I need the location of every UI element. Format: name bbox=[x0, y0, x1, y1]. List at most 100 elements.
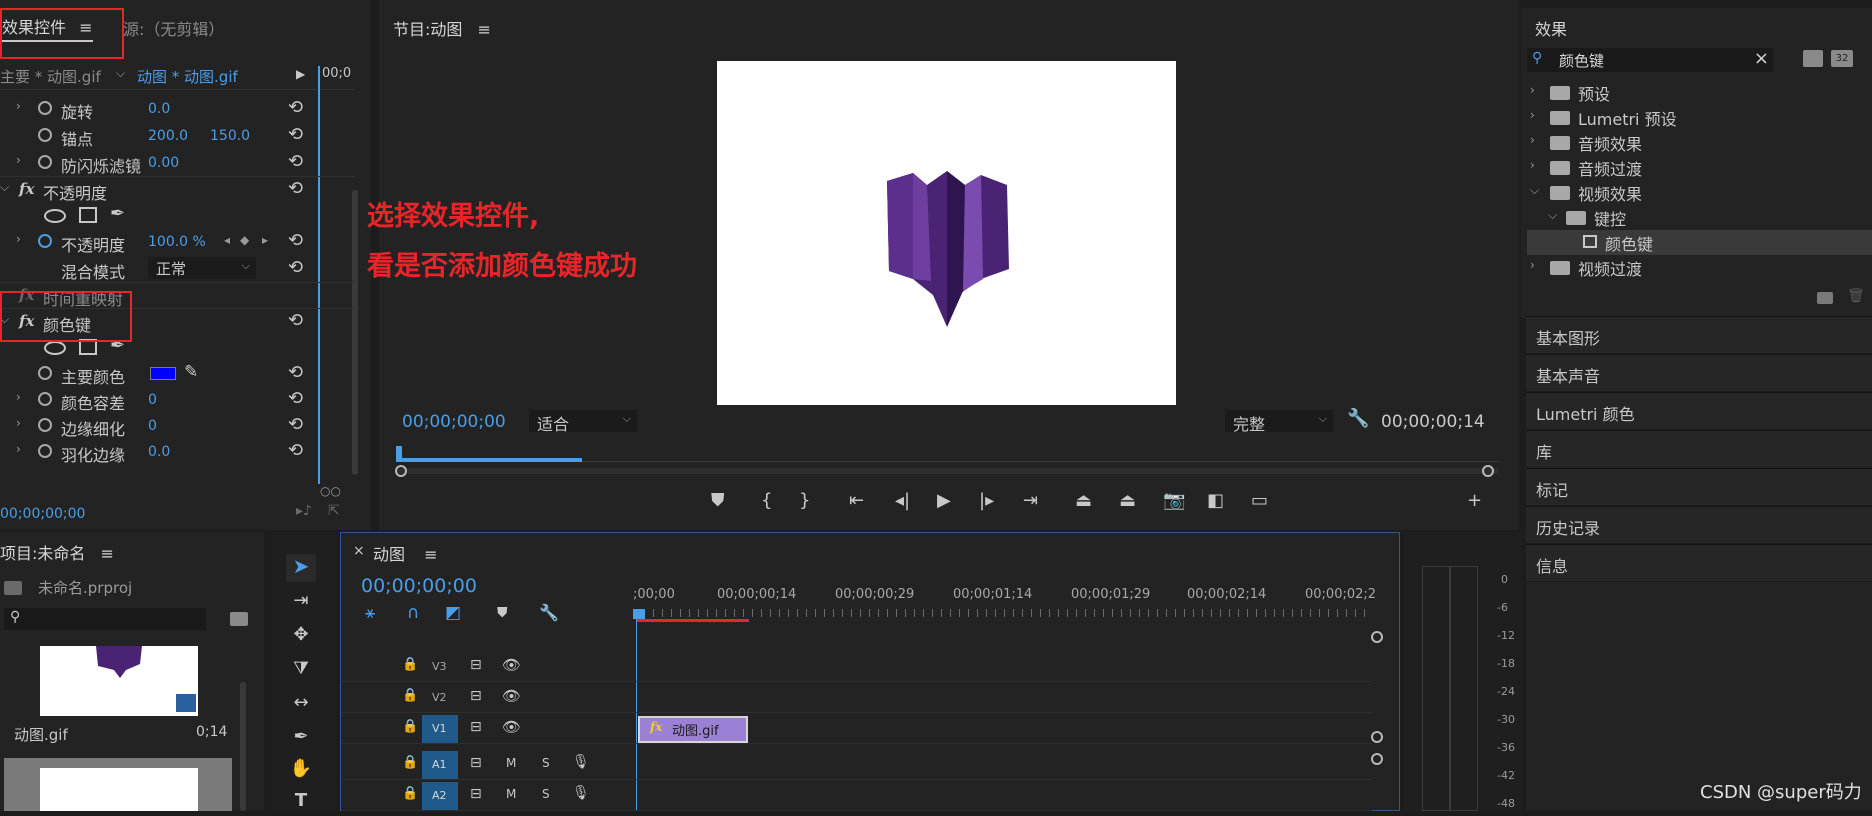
step-back-icon[interactable]: ◂| bbox=[895, 490, 910, 511]
program-playhead[interactable] bbox=[396, 446, 402, 462]
collapse-chevron-icon[interactable]: ⌵ bbox=[0, 180, 9, 195]
timeline-close-icon[interactable]: × bbox=[353, 543, 365, 559]
effects-tree-item-presets[interactable]: › 预设 bbox=[1530, 80, 1870, 105]
eye-icon[interactable]: 👁 bbox=[502, 718, 521, 736]
effects-search-input[interactable]: 颜色键 bbox=[1559, 50, 1604, 71]
reset-icon[interactable]: ⟲ bbox=[288, 440, 303, 461]
mic-icon[interactable]: 🎙 bbox=[572, 754, 590, 770]
extract-icon[interactable]: ⏏ bbox=[1119, 490, 1136, 511]
add-keyframe-icon[interactable]: ◆ bbox=[240, 233, 249, 247]
rectangle-mask-icon[interactable] bbox=[79, 207, 97, 223]
mic-icon[interactable]: 🎙 bbox=[572, 785, 590, 801]
timeline-menu-icon[interactable]: ≡ bbox=[424, 545, 437, 564]
nest-toggle-icon[interactable]: ⚹ bbox=[365, 603, 375, 623]
timeline-clip[interactable]: fx 动图.gif bbox=[638, 716, 748, 743]
reset-icon[interactable]: ⟲ bbox=[288, 97, 303, 118]
comparison-view-icon[interactable]: ◧ bbox=[1207, 490, 1224, 511]
program-menu-icon[interactable]: ≡ bbox=[478, 20, 491, 39]
linked-selection-icon[interactable]: ◩ bbox=[445, 603, 461, 623]
stopwatch-icon[interactable] bbox=[38, 101, 52, 115]
project-scrollbar[interactable] bbox=[240, 682, 246, 811]
add-marker-icon[interactable]: ⛊ bbox=[711, 490, 725, 511]
expand-chevron-icon[interactable]: › bbox=[16, 390, 21, 404]
program-monitor-title[interactable]: 节目:动图 ≡ bbox=[393, 16, 491, 40]
effects-tree-item-keying[interactable]: ⌵ 键控 bbox=[1530, 205, 1870, 230]
master-clip-label[interactable]: 主要 * 动图.gif bbox=[0, 66, 101, 87]
zoom-handle-left[interactable] bbox=[395, 465, 407, 477]
effects-tree-item-video-transitions[interactable]: › 视频过渡 bbox=[1530, 255, 1870, 280]
track-label[interactable]: A2 bbox=[432, 789, 447, 802]
track-a1[interactable]: 🔒 A1 ⊟ M S 🎙 bbox=[342, 750, 1372, 780]
lock-icon[interactable]: 🔒 bbox=[402, 657, 418, 672]
section-libraries[interactable]: 库 bbox=[1526, 430, 1872, 467]
clip-dropdown-chevron-icon[interactable]: ⌵ bbox=[116, 66, 125, 81]
selection-tool-icon[interactable]: ➤ bbox=[286, 554, 316, 582]
track-label[interactable]: V2 bbox=[432, 691, 447, 704]
section-info[interactable]: 信息 bbox=[1526, 544, 1872, 581]
expand-chevron-icon[interactable]: › bbox=[16, 232, 21, 246]
razor-tool-icon[interactable]: ⧩ bbox=[288, 658, 314, 684]
go-to-in-icon[interactable]: ⇤ bbox=[849, 490, 864, 511]
project-title[interactable]: 项目:未命名 ≡ bbox=[0, 540, 114, 564]
go-to-out-icon[interactable]: ⇥ bbox=[1023, 490, 1038, 511]
stopwatch-icon[interactable] bbox=[38, 155, 52, 169]
button-editor-icon[interactable]: + bbox=[1467, 490, 1482, 511]
eyedropper-icon[interactable]: ✎ bbox=[184, 362, 198, 382]
ec-footer-timecode[interactable]: 00;00;00;00 bbox=[0, 506, 85, 522]
source-tab[interactable]: 源:（无剪辑） bbox=[123, 16, 224, 40]
lock-icon[interactable]: 🔒 bbox=[402, 688, 418, 703]
effects-tree-item-lumetri-presets[interactable]: › Lumetri 预设 bbox=[1530, 105, 1870, 130]
solo-button[interactable]: S bbox=[542, 756, 550, 770]
sync-lock-icon[interactable]: ⊟ bbox=[470, 755, 482, 771]
slip-tool-icon[interactable]: ↔ bbox=[288, 692, 314, 718]
lock-icon[interactable]: 🔒 bbox=[402, 755, 418, 770]
param-value-y[interactable]: 150.0 bbox=[210, 128, 250, 144]
safe-margins-icon[interactable]: ▭ bbox=[1251, 490, 1268, 511]
v-scroll-handle-low[interactable] bbox=[1371, 753, 1383, 765]
eye-icon[interactable]: 👁 bbox=[502, 687, 521, 705]
key-color-swatch[interactable] bbox=[150, 367, 176, 380]
sync-lock-icon[interactable]: ⊟ bbox=[470, 657, 482, 673]
effects-tree-item-video-effects[interactable]: ⌵ 视频效果 bbox=[1530, 180, 1870, 205]
timeline-timecode[interactable]: 00;00;00;00 bbox=[361, 575, 477, 597]
project-search-input[interactable]: ⚲ bbox=[4, 608, 206, 630]
sequence-clip-label[interactable]: 动图 * 动图.gif bbox=[137, 66, 238, 87]
chevron-right-icon[interactable]: › bbox=[1530, 108, 1535, 122]
v-scroll-handle-mid[interactable] bbox=[1371, 731, 1383, 743]
chevron-right-icon[interactable]: › bbox=[1530, 133, 1535, 147]
reset-icon[interactable]: ⟲ bbox=[288, 362, 303, 383]
reset-icon[interactable]: ⟲ bbox=[288, 230, 303, 251]
effects-tree-item-audio-transitions[interactable]: › 音频过渡 bbox=[1530, 155, 1870, 180]
export-icon[interactable]: ⇱ bbox=[328, 503, 340, 519]
reset-icon[interactable]: ⟲ bbox=[288, 388, 303, 409]
lock-icon[interactable]: 🔒 bbox=[402, 786, 418, 801]
v-scroll-handle-top[interactable] bbox=[1371, 631, 1383, 643]
add-marker-icon[interactable]: ⛊ bbox=[497, 605, 508, 621]
clear-search-icon[interactable]: × bbox=[1754, 48, 1769, 69]
stopwatch-icon[interactable] bbox=[38, 366, 52, 380]
param-value[interactable]: 0 bbox=[148, 392, 157, 408]
reset-icon[interactable]: ⟲ bbox=[288, 257, 303, 278]
zoom-handle-right[interactable] bbox=[1482, 465, 1494, 477]
param-value[interactable]: 0.0 bbox=[148, 101, 170, 117]
fx-badge-icon[interactable]: fx bbox=[19, 180, 34, 198]
chevron-down-icon[interactable]: ⌵ bbox=[1548, 208, 1557, 223]
new-search-bin-icon[interactable] bbox=[230, 612, 248, 626]
ellipse-mask-icon[interactable] bbox=[44, 209, 66, 223]
reset-icon[interactable]: ⟲ bbox=[288, 414, 303, 435]
chevron-down-icon[interactable]: ⌵ bbox=[1530, 183, 1539, 198]
wrench-icon[interactable]: 🔧 bbox=[1347, 408, 1369, 429]
stopwatch-icon[interactable] bbox=[38, 392, 52, 406]
timeline-settings-wrench-icon[interactable]: 🔧 bbox=[539, 603, 559, 622]
eye-icon[interactable]: 👁 bbox=[502, 656, 521, 674]
mute-button[interactable]: M bbox=[506, 756, 516, 770]
program-zoom-bar[interactable] bbox=[397, 468, 1499, 474]
mark-in-icon[interactable]: { bbox=[761, 490, 772, 511]
stopwatch-icon[interactable] bbox=[38, 234, 52, 248]
fit-dropdown[interactable]: 适合 ⌵ bbox=[529, 410, 637, 434]
mark-out-icon[interactable]: } bbox=[799, 490, 810, 511]
track-label[interactable]: V3 bbox=[432, 660, 447, 673]
timeline-ruler-ticks[interactable] bbox=[635, 609, 1371, 617]
section-markers[interactable]: 标记 bbox=[1526, 468, 1872, 505]
snap-icon[interactable]: ∩ bbox=[407, 603, 419, 623]
